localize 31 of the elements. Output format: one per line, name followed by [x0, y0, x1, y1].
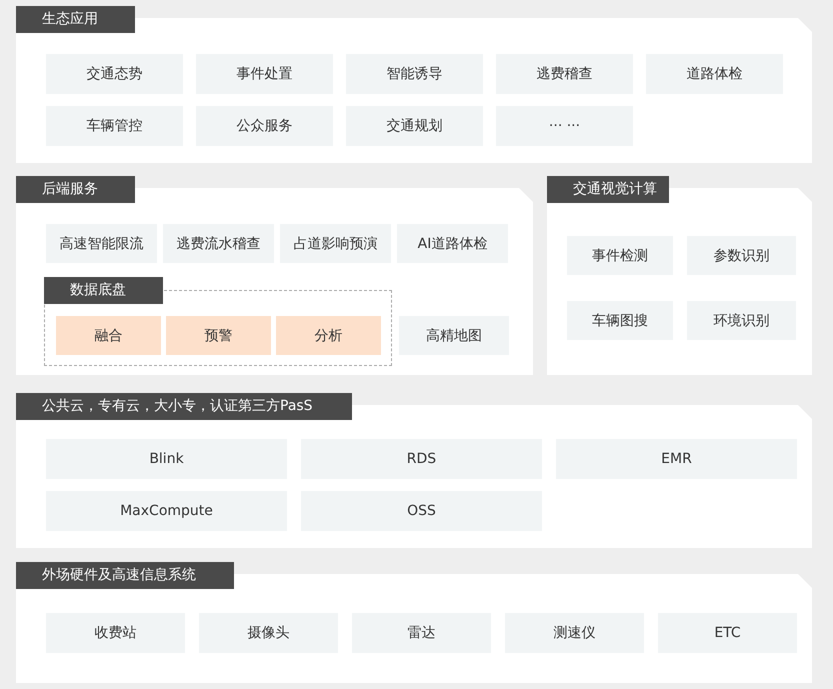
module-tile: Blink — [46, 439, 287, 479]
module-tile: 公众服务 — [196, 106, 333, 146]
module-tile: 车辆管控 — [46, 106, 183, 146]
module-tile: 事件处置 — [196, 54, 333, 94]
module-tile: 车辆图搜 — [567, 301, 673, 340]
module-tile: MaxCompute — [46, 491, 287, 531]
module-tile: 摄像头 — [199, 613, 338, 653]
module-tile: 融合 — [56, 316, 161, 355]
module-tile: EMR — [556, 439, 797, 479]
module-tile: 分析 — [276, 316, 381, 355]
module-tile: 测速仪 — [505, 613, 644, 653]
module-tile: 智能诱导 — [346, 54, 483, 94]
module-tile: 交通规划 — [346, 106, 483, 146]
module-tile: 道路体检 — [646, 54, 783, 94]
module-tile: 交通态势 — [46, 54, 183, 94]
module-tile: 预警 — [166, 316, 271, 355]
module-tile: 参数识别 — [687, 236, 796, 275]
module-tile: RDS — [301, 439, 542, 479]
module-tile: 占道影响预演 — [280, 224, 391, 263]
module-tile: 逃费稽查 — [496, 54, 633, 94]
module-tile: 高精地图 — [399, 316, 509, 355]
module-tile: 收费站 — [46, 613, 185, 653]
module-tile: AI道路体检 — [397, 224, 508, 263]
module-tile: OSS — [301, 491, 542, 531]
module-tile: ETC — [658, 613, 797, 653]
module-tile: 高速智能限流 — [46, 224, 157, 263]
module-tile: 雷达 — [352, 613, 491, 653]
module-tile: 环境识别 — [687, 301, 796, 340]
module-tile: 逃费流水稽查 — [163, 224, 274, 263]
module-tile: 事件检测 — [567, 236, 673, 275]
module-tile: ··· ··· — [496, 106, 633, 146]
